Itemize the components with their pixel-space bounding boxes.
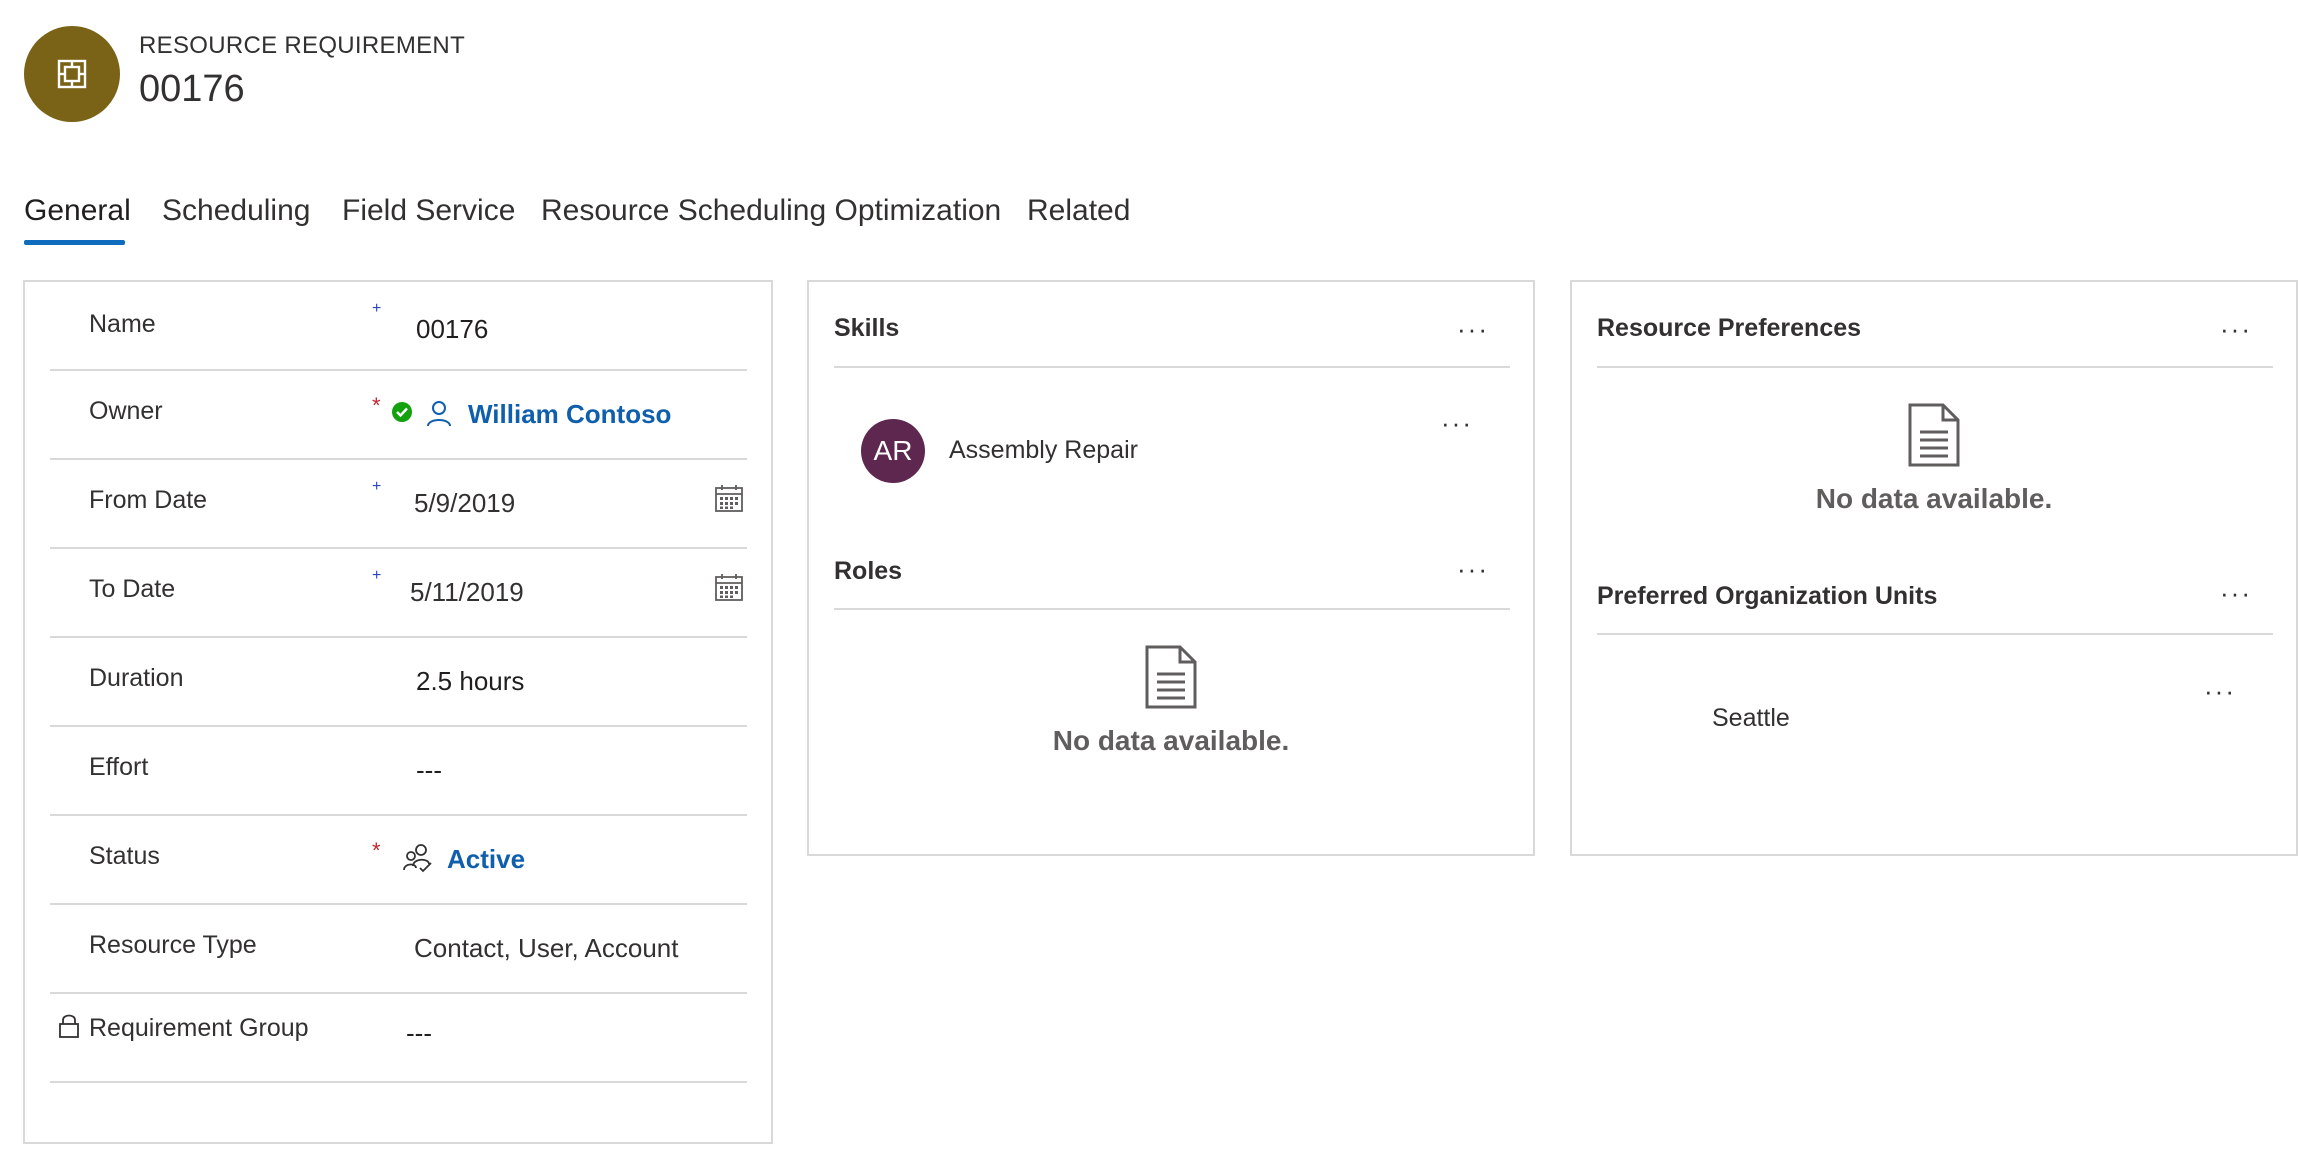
field-status: Status * Active (50, 816, 747, 905)
field-label: Status (89, 842, 160, 870)
tab-resource-scheduling-optimization[interactable]: Resource Scheduling Optimization (541, 194, 1001, 246)
field-requirement-group: Requirement Group --- (50, 994, 747, 1083)
required-indicator: * (372, 838, 381, 863)
preferred-org-units-more-button[interactable]: ··· (2220, 580, 2252, 606)
puzzle-piece-icon (57, 59, 87, 89)
duration-input[interactable]: 2.5 hours (416, 666, 524, 697)
field-owner: Owner * William Contoso (50, 371, 747, 460)
name-input[interactable]: 00176 (416, 314, 488, 345)
field-label: Name (89, 310, 156, 338)
skill-name: Assembly Repair (949, 436, 1138, 464)
preferences-section: Resource Preferences ··· No data availab… (1570, 280, 2298, 856)
divider (1597, 633, 2273, 635)
document-icon (1908, 403, 1960, 467)
lock-icon (59, 1014, 79, 1038)
document-icon (1145, 645, 1197, 709)
status-lookup-link[interactable]: Active (447, 844, 525, 875)
field-to-date: To Date + 5/11/2019 (50, 549, 747, 638)
divider (1597, 366, 2273, 368)
required-indicator: * (372, 393, 381, 418)
field-label: Effort (89, 753, 149, 781)
effort-input[interactable]: --- (416, 755, 442, 786)
tab-label: Scheduling (162, 194, 311, 227)
skills-title: Skills (834, 314, 900, 342)
avatar: AR (861, 419, 925, 483)
skill-item-more-button[interactable]: ··· (1441, 410, 1473, 436)
resource-type-select[interactable]: Contact, User, Account (414, 933, 678, 964)
general-section: Name + 00176 Owner * William Contoso Fro… (23, 280, 773, 1144)
preferred-org-units-title: Preferred Organization Units (1597, 582, 1938, 610)
owner-lookup-link[interactable]: William Contoso (468, 399, 671, 430)
field-label: Requirement Group (89, 1014, 309, 1042)
entity-puzzle-icon (24, 26, 120, 122)
calendar-icon[interactable] (714, 573, 744, 603)
divider (834, 608, 1510, 610)
field-label: Owner (89, 397, 163, 425)
resource-preferences-title: Resource Preferences (1597, 314, 1862, 342)
to-date-input[interactable]: 5/11/2019 (410, 577, 524, 608)
org-unit-item-more-button[interactable]: ··· (2204, 678, 2236, 704)
roles-more-button[interactable]: ··· (1457, 556, 1489, 582)
tab-general[interactable]: General (24, 194, 131, 246)
from-date-input[interactable]: 5/9/2019 (414, 488, 515, 519)
calendar-icon[interactable] (714, 484, 744, 514)
entity-type-label: RESOURCE REQUIREMENT (139, 32, 466, 59)
recommended-indicator: + (372, 478, 382, 495)
field-label: Duration (89, 664, 184, 692)
field-resource-type: Resource Type Contact, User, Account (50, 905, 747, 994)
recommended-indicator: + (372, 567, 382, 584)
tab-label: Field Service (342, 194, 516, 227)
tab-field-service[interactable]: Field Service (342, 194, 515, 246)
skills-roles-section: Skills ··· AR Assembly Repair ··· Roles … (807, 280, 1535, 856)
field-label: From Date (89, 486, 208, 514)
tab-related[interactable]: Related (1027, 194, 1130, 246)
roles-title: Roles (834, 557, 903, 585)
recommended-indicator: + (372, 300, 382, 317)
org-unit-name: Seattle (1712, 704, 1790, 732)
field-label: Resource Type (89, 931, 257, 959)
field-name: Name + 00176 (50, 282, 747, 371)
record-title: 00176 (139, 68, 245, 110)
field-effort: Effort --- (50, 727, 747, 816)
empty-message: No data available. (1052, 725, 1290, 756)
skills-more-button[interactable]: ··· (1457, 316, 1489, 342)
tab-label: Related (1027, 194, 1131, 227)
field-label: To Date (89, 575, 176, 603)
field-from-date: From Date + 5/9/2019 (50, 460, 747, 549)
field-duration: Duration 2.5 hours (50, 638, 747, 727)
active-tab-indicator (24, 240, 125, 245)
presence-available-icon (392, 402, 412, 422)
resource-preferences-more-button[interactable]: ··· (2220, 316, 2252, 342)
user-icon (427, 401, 451, 427)
tab-label: Resource Scheduling Optimization (541, 194, 1002, 227)
requirement-group-value: --- (406, 1018, 432, 1048)
divider (834, 366, 1510, 368)
tab-label: General (24, 194, 131, 227)
resource-preferences-empty-state: No data available. (1572, 402, 2296, 515)
form-page: RESOURCE REQUIREMENT 00176 General Sched… (0, 0, 2319, 1176)
status-people-icon (403, 844, 432, 873)
tab-scheduling[interactable]: Scheduling (162, 194, 310, 246)
roles-empty-state: No data available. (809, 644, 1533, 757)
empty-message: No data available. (1815, 483, 2053, 514)
